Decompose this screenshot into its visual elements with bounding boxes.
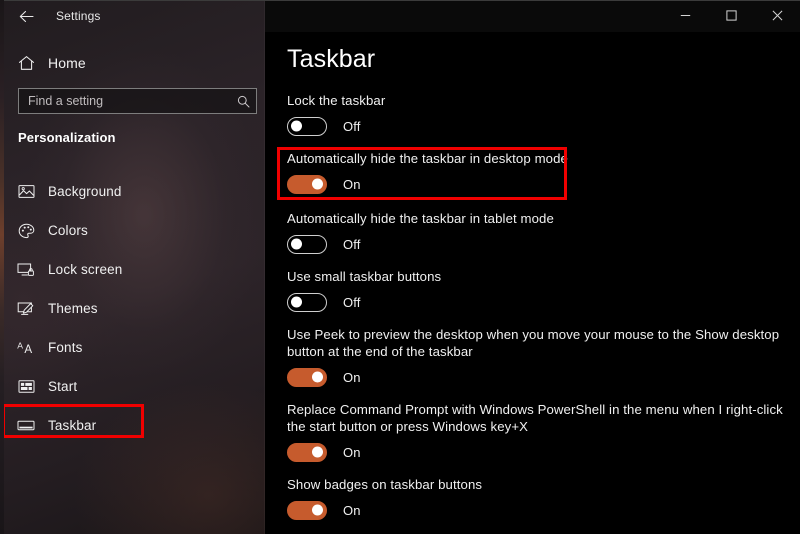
brush-icon bbox=[4, 301, 48, 317]
toggle-lock-the-taskbar[interactable] bbox=[287, 116, 327, 136]
sidebar-item-fonts[interactable]: A A Fonts bbox=[4, 328, 257, 367]
toggle-autohide-tablet-mode[interactable] bbox=[287, 234, 327, 254]
setting-replace-command-prompt: Replace Command Prompt with Windows Powe… bbox=[287, 401, 787, 462]
setting-label: Automatically hide the taskbar in tablet… bbox=[287, 211, 554, 226]
toggle-small-taskbar-buttons[interactable] bbox=[287, 292, 327, 312]
minimize-button[interactable] bbox=[662, 0, 708, 31]
font-icon: A A bbox=[4, 340, 48, 355]
toggle-use-peek[interactable] bbox=[287, 367, 327, 387]
settings-window-screenshot: Settings Home Person bbox=[0, 0, 800, 534]
setting-label: Use small taskbar buttons bbox=[287, 269, 442, 284]
titlebar-left: Settings bbox=[4, 0, 265, 32]
settings-window: Settings Home Person bbox=[4, 0, 800, 534]
toggle-state-label: Off bbox=[343, 236, 361, 252]
palette-icon bbox=[4, 223, 48, 239]
start-tiles-icon bbox=[4, 379, 48, 394]
minimize-icon bbox=[680, 15, 690, 16]
maximize-button[interactable] bbox=[708, 0, 754, 31]
sidebar-item-taskbar[interactable]: Taskbar bbox=[4, 406, 257, 445]
close-icon bbox=[772, 10, 782, 21]
toggle-row: Off bbox=[287, 292, 787, 312]
main-content: Taskbar Lock the taskbar Off Automatical… bbox=[265, 32, 800, 534]
image-icon bbox=[4, 184, 48, 199]
sidebar-item-home[interactable]: Home bbox=[4, 48, 257, 78]
search-input[interactable] bbox=[19, 94, 230, 108]
window-top-border bbox=[4, 0, 800, 1]
sidebar-item-themes[interactable]: Themes bbox=[4, 289, 257, 328]
search-icon[interactable] bbox=[230, 95, 256, 108]
toggle-row: On bbox=[287, 500, 787, 520]
toggle-show-badges[interactable] bbox=[287, 500, 327, 520]
svg-text:A: A bbox=[24, 343, 32, 355]
toggle-state-label: On bbox=[343, 444, 361, 460]
back-button[interactable] bbox=[4, 0, 48, 32]
setting-label: Lock the taskbar bbox=[287, 93, 386, 108]
sidebar-item-home-label: Home bbox=[48, 55, 86, 71]
sidebar-item-start[interactable]: Start bbox=[4, 367, 257, 406]
toggle-knob bbox=[312, 504, 323, 516]
setting-use-peek: Use Peek to preview the desktop when you… bbox=[287, 326, 787, 387]
toggle-row: On bbox=[287, 174, 787, 194]
toggle-state-label: On bbox=[343, 369, 361, 385]
sidebar-item-label: Themes bbox=[48, 301, 98, 316]
toggle-row: On bbox=[287, 367, 787, 387]
search-box[interactable] bbox=[18, 88, 257, 114]
svg-text:A: A bbox=[17, 341, 23, 351]
toggle-state-label: Off bbox=[343, 118, 361, 134]
setting-label: Automatically hide the taskbar in deskto… bbox=[287, 151, 568, 166]
lock-screen-icon bbox=[4, 262, 48, 277]
taskbar-icon bbox=[4, 419, 48, 432]
setting-show-badges: Show badges on taskbar buttons On bbox=[287, 476, 787, 520]
sidebar-item-label: Taskbar bbox=[48, 418, 97, 433]
toggle-knob bbox=[312, 371, 323, 383]
toggle-row: On bbox=[287, 442, 787, 462]
toggle-row: Off bbox=[287, 234, 787, 254]
sidebar-item-label: Colors bbox=[48, 223, 88, 238]
sidebar-item-background[interactable]: Background bbox=[4, 172, 257, 211]
toggle-knob bbox=[312, 178, 323, 190]
toggle-row: Off bbox=[287, 116, 787, 136]
sidebar-nav-list: Background Colors Lock screen Themes A A… bbox=[4, 172, 257, 445]
close-button[interactable] bbox=[754, 0, 800, 31]
back-arrow-icon bbox=[19, 10, 34, 22]
setting-label: Use Peek to preview the desktop when you… bbox=[287, 327, 780, 359]
toggle-autohide-desktop-mode[interactable] bbox=[287, 174, 327, 194]
toggle-knob bbox=[291, 296, 302, 308]
sidebar-item-label: Background bbox=[48, 184, 122, 199]
toggle-state-label: On bbox=[343, 176, 361, 192]
sidebar-item-label: Start bbox=[48, 379, 78, 394]
setting-lock-the-taskbar: Lock the taskbar Off bbox=[287, 92, 787, 136]
settings-list: Lock the taskbar Off Automatically hide … bbox=[287, 92, 787, 534]
sidebar-item-lock-screen[interactable]: Lock screen bbox=[4, 250, 257, 289]
sidebar-item-label: Lock screen bbox=[48, 262, 123, 277]
setting-autohide-tablet-mode: Automatically hide the taskbar in tablet… bbox=[287, 210, 787, 254]
toggle-replace-command-prompt[interactable] bbox=[287, 442, 327, 462]
home-icon bbox=[4, 55, 48, 71]
setting-label: Replace Command Prompt with Windows Powe… bbox=[287, 402, 783, 434]
toggle-knob bbox=[312, 446, 323, 458]
toggle-knob bbox=[291, 238, 302, 250]
app-title: Settings bbox=[56, 9, 101, 23]
sidebar-section-header: Personalization bbox=[18, 130, 116, 145]
maximize-icon bbox=[725, 10, 737, 21]
setting-autohide-desktop-mode: Automatically hide the taskbar in deskto… bbox=[287, 150, 787, 194]
toggle-knob bbox=[291, 120, 302, 132]
sidebar-item-colors[interactable]: Colors bbox=[4, 211, 257, 250]
sidebar-item-label: Fonts bbox=[48, 340, 83, 355]
setting-small-taskbar-buttons: Use small taskbar buttons Off bbox=[287, 268, 787, 312]
toggle-state-label: Off bbox=[343, 294, 361, 310]
titlebar-right bbox=[265, 0, 800, 32]
sidebar: Settings Home Person bbox=[4, 0, 265, 534]
toggle-state-label: On bbox=[343, 502, 361, 518]
setting-label: Show badges on taskbar buttons bbox=[287, 477, 483, 492]
page-title: Taskbar bbox=[287, 45, 376, 73]
